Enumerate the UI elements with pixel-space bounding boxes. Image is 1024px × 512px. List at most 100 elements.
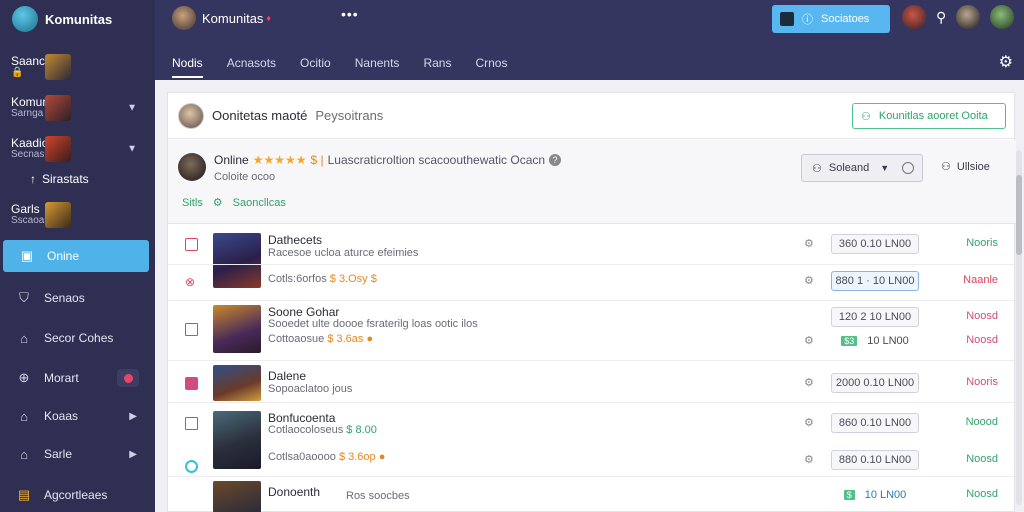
flag-icon: ♦ [266,13,272,23]
row-subtitle: Cotlaocoloseus [268,424,344,436]
gear-icon[interactable]: ⚙ [804,334,814,347]
sidebar-item-agcortleaes[interactable]: ▤ Agcortleaes [0,479,155,511]
settings-icon: ⚙ [212,197,223,209]
chevron-down-icon: ▼ [880,163,890,173]
sidebar-group-3[interactable]: Kaadios Secnas ▼ [0,134,155,164]
chevron-down-icon[interactable]: ▼ [127,103,137,114]
more-options-icon[interactable]: ••• [341,6,359,22]
sub-item-label: Sirastats [42,172,89,186]
sidebar-item-koaas[interactable]: ⌂ Koaas ▶ [0,400,155,432]
join-community-button[interactable]: ⚇ Kounitlas aooret Ooita [852,103,1006,129]
currency-icon: $3 [841,336,858,346]
table-row[interactable]: Dalene Sopoaclatoo jous ⚙ 2000 0.10 LN00… [168,361,1014,403]
gear-icon[interactable]: ⚙ [804,376,814,389]
gear-icon[interactable]: ⚙ [804,416,814,429]
user-filter[interactable]: ⚇ Ullsioe [941,160,990,174]
row-checkbox[interactable] [185,238,198,251]
tag[interactable]: Saoncllcas [233,197,286,209]
chart-icon: ▣ [20,248,34,263]
tab-acnasots[interactable]: Acnasots [227,52,276,78]
scrollbar[interactable] [1016,150,1022,505]
chevron-right-icon[interactable]: ▶ [129,449,137,460]
user-icon: ⚇ [812,162,822,175]
value-pill: 360 0.10 LN00 [831,234,919,254]
group-thumbnail [45,95,71,121]
user-filter-label: Ullsioe [956,160,990,173]
sidebar-item-senaos[interactable]: ⛉ Senaos [0,282,155,314]
sidebar-group-2[interactable]: Komunitay Sarnga ▼ [0,93,155,123]
community-title[interactable]: Komunitas ♦ [172,6,271,30]
price: $ 8.00 [346,424,377,436]
location-icon[interactable]: ⚲ [936,9,946,26]
value-pill: 120 2 10 LN00 [831,307,919,327]
row-radio[interactable] [185,460,198,473]
social-button[interactable]: ⓘ Sociatoes [772,5,890,33]
community-logo-icon [12,6,38,32]
table-row[interactable]: Cottoaosue $ 3.6as ● ⚙ $3 10 LN00 Noosd [168,329,1014,361]
value-pill: 2000 0.10 LN00 [831,373,919,393]
price: $ 3.Osy $ [329,273,377,285]
tab-nodis[interactable]: Nodis [172,52,203,78]
chevron-down-icon[interactable]: ▼ [127,144,137,155]
sidebar: Komunitas Saance 🔒 Komunitay Sarnga ▼ Kaad… [0,0,155,512]
status-badge: Noood [965,416,998,428]
sidebar-group-1[interactable]: Saance 🔒 [0,52,155,82]
home-icon: ⌂ [20,446,28,462]
tab-rans[interactable]: Rans [423,52,451,78]
clock-icon[interactable] [902,162,914,174]
sidebar-item-morart[interactable]: ⊕ Morart [0,362,155,394]
row-checkbox[interactable] [185,377,198,390]
row-title: Bonfucoenta [268,411,336,425]
table-row[interactable]: Cotlsa0aoooo $ 3.6op ● ⚙ 880 0.10 LN00 N… [168,441,1014,477]
sidebar-item-secor-cohes[interactable]: ⌂ Secor Cohes [0,322,155,354]
arrow-up-icon: ↑ [30,172,36,186]
sidebar-group-4[interactable]: Garls Sscaoas [0,200,155,230]
table-row[interactable]: Donoenth Ros soocbes $10 LN00 Noosd [168,477,1014,512]
avatar[interactable] [956,5,981,29]
table-row[interactable]: Bonfucoenta Cotlaocoloseus $ 8.00 ⚙ 860 … [168,403,1014,469]
alert-icon[interactable]: ⊗ [185,275,198,289]
status-badge: Noosd [966,334,998,346]
avatar[interactable] [990,5,1015,29]
user-icon: ⚇ [941,161,951,173]
home-icon: ⌂ [20,330,28,346]
gear-icon[interactable]: ⚙ [999,52,1013,72]
tab-crnos[interactable]: Crnos [475,52,507,78]
value-pill: 880 1 · 10 LN00 [831,271,919,291]
row-title: Dalene [268,369,307,383]
scrollbar-thumb[interactable] [1016,175,1022,255]
gear-icon[interactable]: ⚙ [804,237,814,250]
avatar [172,6,196,30]
row-subtitle: Racesoe ucloa aturce efeimies [268,247,419,259]
status-badge: Noosd [966,488,998,500]
rating-count: $ | [310,153,324,167]
tab-nanents[interactable]: Nanents [355,52,400,78]
sidebar-item-sarle[interactable]: ⌂ Sarle ▶ [0,438,155,470]
tag-list: Sitls ⚙ Saoncllcas [182,196,286,210]
help-icon[interactable]: ? [549,154,562,166]
avatar[interactable] [902,5,926,29]
table-row[interactable]: Dathecets Racesoe ucloa aturce efeimies … [168,225,1014,288]
notification-badge[interactable] [117,369,139,387]
button-label: Kounitlas aooret Ooita [878,110,988,122]
tab-ocitio[interactable]: Ocitio [300,52,331,78]
chevron-right-icon[interactable]: ▶ [129,411,137,422]
home-icon: ⌂ [20,408,28,424]
tag[interactable]: Sitls [182,197,203,209]
panel-header: Oonitetas maoté Peysoitrans ⚇ Kounitlas … [168,93,1016,139]
shield-icon: ⛉ [19,290,29,305]
gear-icon[interactable]: ⚙ [804,453,814,466]
value-pill: 880 0.10 LN00 [831,450,919,470]
sidebar-item-label: Senaos [44,291,85,305]
table-row[interactable]: ⊗ Cotls:6orfos $ 3.Osy $ ⚙ 880 1 · 10 LN… [168,265,1014,301]
sidebar-sub-item[interactable]: ↑ Sirastats [30,172,89,186]
filter-select[interactable]: ⚇ Soleand ▼ [801,154,923,182]
gear-icon[interactable]: ⚙ [804,274,814,287]
sidebar-item-online[interactable]: ▣ Onine [3,240,149,272]
sidebar-item-label: Secor Cohes [44,331,114,345]
status-label: Online [214,153,249,167]
sidebar-brand[interactable]: Komunitas [0,0,155,38]
top-bar: Komunitas ♦ ••• ⓘ Sociatoes ⚲ Nodis Acna… [155,0,1024,80]
row-checkbox[interactable] [185,417,198,430]
user-avatars: ⚲ [902,5,1015,29]
